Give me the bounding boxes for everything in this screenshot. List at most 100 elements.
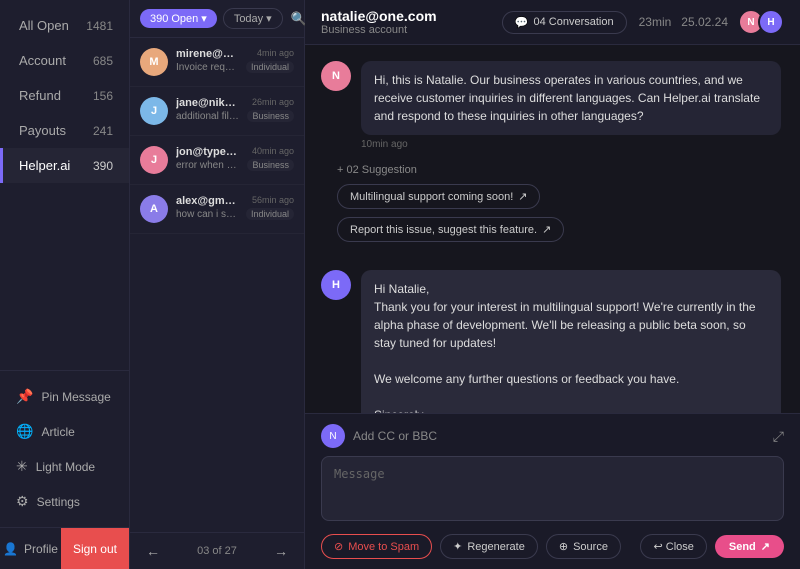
conv-email: jane@nike.com bbox=[176, 97, 239, 109]
external-link-icon: ↗ bbox=[518, 190, 527, 203]
action-icon: ✳ bbox=[16, 458, 28, 475]
conv-list-header: 390 Open ▾ Today ▾ 🔍 bbox=[130, 0, 304, 38]
avatar-group: N H bbox=[738, 9, 784, 35]
message-content: Hi Natalie, Thank you for your interest … bbox=[361, 270, 784, 413]
conv-list-item[interactable]: J jane@nike.com additional filter set...… bbox=[130, 87, 304, 136]
conv-list-item[interactable]: M mirene@gmail.com Invoice required 4min… bbox=[130, 38, 304, 87]
chat-header-right: 23min 25.02.24 N H bbox=[639, 9, 784, 35]
expand-icon[interactable]: ⤢ bbox=[773, 428, 784, 445]
message-content: Hi, this is Natalie. Our business operat… bbox=[361, 61, 784, 150]
filter-today-btn[interactable]: Today ▾ bbox=[223, 8, 283, 29]
conv-time: 26min ago bbox=[252, 97, 294, 107]
chat-area: natalie@one.com Business account 💬 04 Co… bbox=[305, 0, 800, 569]
suggestion-title: + 02 Suggestion bbox=[337, 164, 417, 176]
sidebar-action-pin-message[interactable]: 📌Pin Message bbox=[0, 379, 129, 414]
spam-label: Move to Spam bbox=[348, 541, 419, 553]
suggestion-header: + 02 Suggestion bbox=[337, 164, 768, 176]
conv-email: jon@type.com bbox=[176, 146, 239, 158]
conv-avatar: M bbox=[140, 48, 168, 76]
message-row: N Hi, this is Natalie. Our business oper… bbox=[321, 61, 784, 150]
message-bubble-bot: Hi Natalie, Thank you for your interest … bbox=[361, 270, 781, 413]
chat-icon: 💬 bbox=[515, 16, 529, 29]
conv-info: mirene@gmail.com Invoice required bbox=[176, 48, 238, 73]
conv-meta: 56min ago Individual bbox=[246, 195, 294, 220]
conv-meta: 4min ago Individual bbox=[246, 48, 294, 73]
regenerate-button[interactable]: ✦ Regenerate bbox=[440, 534, 538, 559]
send-icon: ↗ bbox=[761, 540, 770, 553]
regenerate-icon: ✦ bbox=[453, 540, 462, 553]
action-label: Light Mode bbox=[36, 460, 95, 474]
conv-tag: Individual bbox=[246, 208, 294, 220]
date-label: 25.02.24 bbox=[681, 15, 728, 29]
sidebar-item-count: 1481 bbox=[86, 19, 113, 33]
action-label: Settings bbox=[37, 495, 80, 509]
suggestion-pill-2[interactable]: Report this issue, suggest this feature.… bbox=[337, 217, 564, 242]
sidebar-action-settings[interactable]: ⚙ Settings bbox=[0, 484, 129, 519]
prev-page-button[interactable]: ← bbox=[140, 541, 166, 561]
filter-count-btn[interactable]: 390 Open ▾ bbox=[140, 9, 217, 28]
conv-info: jane@nike.com additional filter set... bbox=[176, 97, 239, 122]
sidebar-item-label: Refund bbox=[19, 88, 61, 103]
sidebar-item-count: 685 bbox=[93, 54, 113, 68]
suggestion-pills: Multilingual support coming soon! ↗ Repo… bbox=[337, 184, 768, 242]
conv-preview: error when generat... bbox=[176, 160, 239, 171]
sidebar-footer: 👤 Profile Sign out bbox=[0, 527, 129, 569]
sidebar-item-account[interactable]: Account685 bbox=[0, 43, 129, 78]
profile-button[interactable]: 👤 Profile bbox=[0, 528, 61, 569]
dropdown-icon: ▾ bbox=[201, 12, 207, 25]
conv-meta: 40min ago Business bbox=[247, 146, 294, 171]
close-button[interactable]: ↩ Close bbox=[640, 534, 706, 559]
conv-avatar: A bbox=[140, 195, 168, 223]
sidebar-item-count: 241 bbox=[93, 124, 113, 138]
close-arrow-icon: ↩ bbox=[653, 541, 662, 553]
sidebar-item-refund[interactable]: Refund156 bbox=[0, 78, 129, 113]
conv-preview: additional filter set... bbox=[176, 111, 239, 122]
sidebar-item-payouts[interactable]: Payouts 241 bbox=[0, 113, 129, 148]
action-icon: 🌐 bbox=[16, 423, 33, 440]
suggestion-pill-1[interactable]: Multilingual support coming soon! ↗ bbox=[337, 184, 540, 209]
sidebar-action-light-mode[interactable]: ✳ Light Mode bbox=[0, 449, 129, 484]
message-input[interactable] bbox=[321, 456, 784, 521]
source-button[interactable]: ⊕ Source bbox=[546, 534, 621, 559]
action-icon: ⚙ bbox=[16, 493, 29, 510]
signout-button[interactable]: Sign out bbox=[61, 528, 129, 569]
message-avatar: H bbox=[321, 270, 351, 300]
conv-info: jon@type.com error when generat... bbox=[176, 146, 239, 171]
avatar: H bbox=[758, 9, 784, 35]
person-icon: 👤 bbox=[3, 542, 18, 556]
compose-avatar: N bbox=[321, 424, 345, 448]
sidebar-item-label: Helper.ai bbox=[19, 158, 70, 173]
count-label: 390 bbox=[150, 13, 168, 25]
sidebar-item-all-open[interactable]: All Open1481 bbox=[0, 8, 129, 43]
compose-cc-text: Add CC or BBC bbox=[353, 429, 437, 443]
send-button[interactable]: Send ↗ bbox=[715, 535, 784, 558]
external-link-icon: ↗ bbox=[542, 223, 551, 236]
chat-header: natalie@one.com Business account 💬 04 Co… bbox=[305, 0, 800, 45]
conv-list-item[interactable]: A alex@gmail.com how can i setup... 56mi… bbox=[130, 185, 304, 234]
chat-email: natalie@one.com bbox=[321, 8, 490, 24]
conversation-count-button[interactable]: 💬 04 Conversation bbox=[502, 11, 627, 34]
conv-list-item[interactable]: J jon@type.com error when generat... 40m… bbox=[130, 136, 304, 185]
conv-items: M mirene@gmail.com Invoice required 4min… bbox=[130, 38, 304, 532]
sidebar-action-article[interactable]: 🌐 Article bbox=[0, 414, 129, 449]
compose-cc-left: N Add CC or BBC bbox=[321, 424, 437, 448]
page-count: 03 of 27 bbox=[197, 545, 237, 557]
conv-time: 40min ago bbox=[252, 146, 294, 156]
conv-meta: 26min ago Business bbox=[247, 97, 294, 122]
sidebar-item-label: Payouts bbox=[19, 123, 66, 138]
conv-avatar: J bbox=[140, 97, 168, 125]
chat-messages: N Hi, this is Natalie. Our business oper… bbox=[305, 45, 800, 413]
conv-footer: ← 03 of 27 → bbox=[130, 532, 304, 569]
conv-preview: how can i setup... bbox=[176, 209, 238, 220]
action-label: Article bbox=[41, 425, 74, 439]
profile-label: Profile bbox=[24, 542, 58, 556]
next-page-button[interactable]: → bbox=[268, 541, 294, 561]
sidebar-item-helper-ai[interactable]: Helper.ai390 bbox=[0, 148, 129, 183]
conv-btn-label: 04 Conversation bbox=[533, 16, 613, 28]
message-row: H Hi Natalie, Thank you for your interes… bbox=[321, 270, 784, 413]
regenerate-label: Regenerate bbox=[467, 541, 525, 553]
compose-area: N Add CC or BBC ⤢ ⊘ Move to Spam ✦ Regen… bbox=[305, 413, 800, 569]
time-label: 23min bbox=[639, 15, 672, 29]
move-to-spam-button[interactable]: ⊘ Move to Spam bbox=[321, 534, 432, 559]
suggestion-pill-label: Multilingual support coming soon! bbox=[350, 191, 513, 203]
